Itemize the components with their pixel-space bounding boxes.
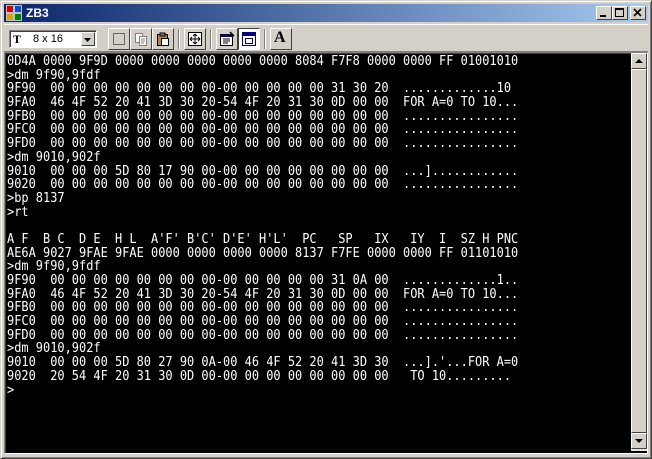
- console-line: 9020 20 54 4F 20 31 30 0D 00-00 00 00 00…: [7, 368, 512, 384]
- console-line: AE6A 9027 9FAE 9FAE 0000 0000 0000 0000 …: [7, 245, 519, 261]
- maximize-icon: [615, 8, 624, 17]
- properties-icon: [220, 31, 235, 46]
- console-line: 9FA0 46 4F 52 20 41 3D 30 20-54 4F 20 31…: [7, 286, 519, 302]
- maximize-button[interactable]: [612, 6, 628, 20]
- console-line: 9F90 00 00 00 00 00 00 00 00-00 00 00 00…: [7, 81, 519, 97]
- fit-button[interactable]: [184, 28, 206, 50]
- font-icon: T: [13, 32, 22, 46]
- toolbar-separator: [264, 29, 266, 49]
- scroll-down-button[interactable]: [631, 433, 647, 449]
- console-output[interactable]: 0D4A 0000 9F9D 0000 0000 0000 0000 0000 …: [7, 55, 574, 451]
- scroll-up-button[interactable]: [631, 53, 647, 69]
- title-bar[interactable]: ZB3: [4, 4, 648, 22]
- console-line: >dm 9f90,9fdf: [7, 259, 101, 275]
- arrow-down-icon: [635, 439, 643, 443]
- font-size-select[interactable]: T 8 x 16: [9, 30, 97, 48]
- console-line: >dm 9010,902f: [7, 149, 101, 165]
- select-button[interactable]: [108, 28, 130, 50]
- console-line: 0D4A 0000 9F9D 0000 0000 0000 0000 0000 …: [7, 55, 519, 69]
- console-line: 9F90 00 00 00 00 00 00 00 00-00 00 00 00…: [7, 273, 519, 288]
- select-icon: [113, 33, 125, 45]
- window-mode-button[interactable]: [238, 28, 260, 50]
- console-line: >bp 8137: [7, 190, 65, 206]
- toolbar-separator: [210, 29, 212, 49]
- arrow-up-icon: [635, 59, 643, 63]
- console-line: 9020 00 00 00 00 00 00 00 00-00 00 00 00…: [7, 177, 519, 193]
- scroll-thumb[interactable]: [631, 69, 647, 433]
- console-line: 9FA0 46 4F 52 20 41 3D 30 20-54 4F 20 31…: [7, 95, 519, 111]
- vertical-scrollbar[interactable]: [631, 53, 647, 451]
- console-line: 9010 00 00 00 5D 80 17 90 00-00 00 00 00…: [7, 163, 519, 179]
- console-line: >dm 9f90,9fdf: [7, 67, 101, 83]
- minimize-icon: [600, 15, 606, 17]
- console-line: 9FD0 00 00 00 00 00 00 00 00-00 00 00 00…: [7, 136, 519, 152]
- paste-button[interactable]: [152, 28, 174, 50]
- console-line: 9FC0 00 00 00 00 00 00 00 00-00 00 00 00…: [7, 314, 519, 330]
- fit-icon: [188, 32, 202, 46]
- zb3-window: ZB3 T 8 x 16 A 0D4A 0000 9F9D 0000 0000 …: [0, 0, 652, 459]
- window-icon: [242, 32, 256, 46]
- copy-icon: [135, 33, 147, 46]
- console-line: >rt: [7, 204, 29, 220]
- console-line: 9FC0 00 00 00 00 00 00 00 00-00 00 00 00…: [7, 122, 519, 138]
- dropdown-button[interactable]: [81, 32, 95, 46]
- copy-button[interactable]: [130, 28, 152, 50]
- console-area[interactable]: 0D4A 0000 9F9D 0000 0000 0000 0000 0000 …: [4, 52, 648, 454]
- console-line: >dm 9010,902f: [7, 341, 101, 357]
- console-line: 9FD0 00 00 00 00 00 00 00 00-00 00 00 00…: [7, 327, 519, 343]
- console-line: 9FB0 00 00 00 00 00 00 00 00-00 00 00 00…: [7, 108, 519, 124]
- console-line: 9010 00 00 00 5D 80 27 90 0A-00 46 4F 52…: [7, 355, 519, 371]
- app-icon[interactable]: [6, 5, 22, 21]
- properties-button[interactable]: [216, 28, 238, 50]
- bold-icon: A: [274, 29, 286, 46]
- toolbar-separator: [178, 29, 180, 49]
- chevron-down-icon: [84, 38, 91, 42]
- close-button[interactable]: [630, 6, 646, 20]
- console-line: 9FB0 00 00 00 00 00 00 00 00-00 00 00 00…: [7, 300, 519, 316]
- console-line: >: [7, 382, 15, 398]
- window-title: ZB3: [26, 6, 49, 20]
- bold-button[interactable]: A: [270, 28, 292, 50]
- font-size-value: 8 x 16: [33, 33, 63, 45]
- close-icon: [633, 8, 642, 17]
- paste-icon: [157, 32, 169, 46]
- toolbar: T 8 x 16 A: [4, 24, 648, 52]
- console-line: A F B C D E H L A'F' B'C' D'E' H'L' PC S…: [7, 231, 519, 247]
- minimize-button[interactable]: [596, 6, 612, 20]
